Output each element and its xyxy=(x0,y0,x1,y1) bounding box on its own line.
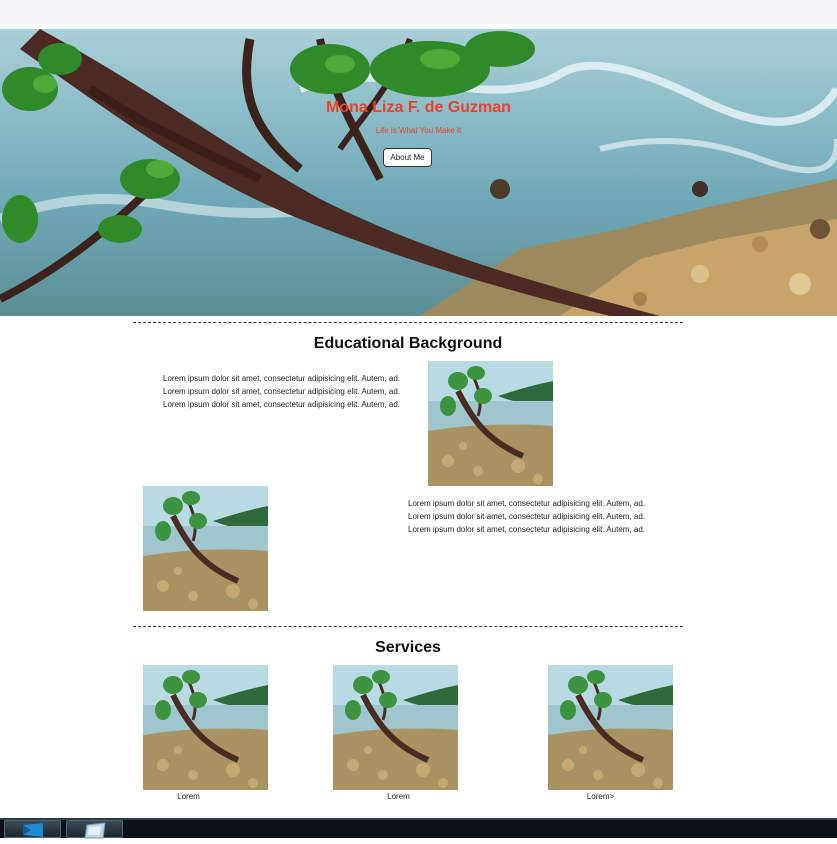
education-text-1: Lorem ipsum dolor sit amet, consectetur … xyxy=(163,372,400,411)
about-me-button[interactable]: About Me xyxy=(383,148,432,167)
vscode-icon xyxy=(23,823,43,837)
text-line: Lorem ipsum dolor sit amet, consectetur … xyxy=(408,499,645,508)
education-image-2 xyxy=(143,486,268,611)
taskbar-top-edge xyxy=(0,818,837,820)
section-divider xyxy=(133,626,683,627)
section-divider xyxy=(133,322,683,323)
site-tagline: Life is What You Make it xyxy=(375,126,462,135)
service-image-3 xyxy=(548,665,673,790)
browser-top-bar xyxy=(0,0,837,24)
education-heading: Educational Background xyxy=(313,335,503,352)
taskbar-vscode-button[interactable] xyxy=(4,820,61,838)
text-line: Lorem ipsum dolor sit amet, consectetur … xyxy=(163,387,400,396)
education-text-2: Lorem ipsum dolor sit amet, consectetur … xyxy=(408,497,645,536)
services-heading: Services xyxy=(375,639,441,656)
text-line: Lorem ipsum dolor sit amet, consectetur … xyxy=(163,374,400,383)
education-image-1 xyxy=(428,361,553,486)
site-title: Mona Liza F. de Guzman xyxy=(326,99,511,116)
service-image-1 xyxy=(143,665,268,790)
taskbar xyxy=(0,818,837,838)
text-line: Lorem ipsum dolor sit amet, consectetur … xyxy=(408,525,645,534)
hero-banner: Mona Liza F. de Guzman Life is What You … xyxy=(0,29,837,316)
service-caption-3: Lorem> xyxy=(586,792,615,801)
service-caption-2: Lorem xyxy=(387,792,410,801)
service-caption-1: Lorem xyxy=(177,792,200,801)
taskbar-window-button[interactable] xyxy=(66,820,123,839)
service-image-2 xyxy=(333,665,458,790)
hero-background-image xyxy=(0,29,837,316)
text-line: Lorem ipsum dolor sit amet, consectetur … xyxy=(408,512,645,521)
window-icon xyxy=(84,822,106,839)
text-line: Lorem ipsum dolor sit amet, consectetur … xyxy=(163,400,400,409)
